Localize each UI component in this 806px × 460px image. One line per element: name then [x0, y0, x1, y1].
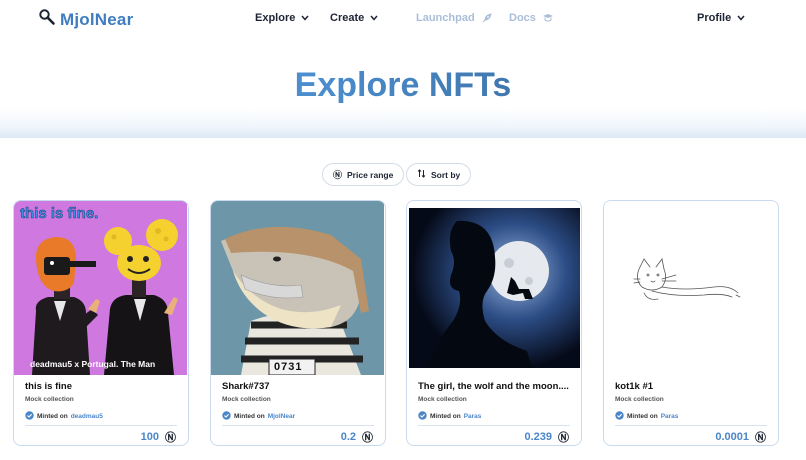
price-range-button[interactable]: Ⓝ Price range: [322, 163, 405, 186]
price-value: 0.2: [340, 431, 356, 443]
price-value: 100: [140, 431, 159, 443]
rocket-icon: [481, 12, 492, 24]
minted-on: Minted on Paras: [418, 411, 481, 422]
minted-prefix: Minted on: [234, 413, 265, 420]
sort-by-label: Sort by: [431, 169, 461, 180]
price-range-label: Price range: [347, 169, 394, 180]
near-icon: Ⓝ: [755, 432, 766, 444]
nft-image: 0731: [211, 201, 384, 375]
nft-price: 100 Ⓝ: [141, 429, 176, 445]
nft-card[interactable]: this is fine. deadmau5 x Portugal. The M…: [13, 200, 189, 446]
nav-explore[interactable]: Explore: [255, 12, 309, 24]
nft-price: 0.2 Ⓝ: [341, 429, 373, 445]
nav-docs-label: Docs: [509, 12, 536, 24]
nft-image-caption-bottom: deadmau5 x Portugal. The Man: [30, 359, 156, 369]
nft-image: this is fine. deadmau5 x Portugal. The M…: [14, 201, 187, 375]
nft-image-badge: 0731: [274, 361, 303, 373]
nav-profile[interactable]: Profile: [697, 12, 745, 24]
nft-card[interactable]: The girl, the wolf and the moon.... Mock…: [406, 200, 582, 446]
nav-launchpad-label: Launchpad: [416, 12, 475, 24]
nft-collection: Mock collection: [25, 396, 74, 403]
hammer-icon: [38, 8, 56, 31]
nft-image: [407, 201, 580, 375]
brand-name: MjolNear: [60, 9, 134, 29]
docs-icon: [542, 13, 554, 23]
minted-prefix: Minted on: [627, 413, 658, 420]
divider: [25, 425, 177, 426]
near-icon: Ⓝ: [333, 170, 343, 180]
nav-profile-label: Profile: [697, 12, 732, 24]
verified-icon: [25, 411, 34, 422]
nft-image: [604, 201, 777, 375]
minted-on: Minted on MjolNear: [222, 411, 295, 422]
nft-collection: Mock collection: [615, 396, 664, 403]
minted-by-link[interactable]: deadmau5: [71, 413, 103, 420]
sort-by-button[interactable]: Sort by: [406, 163, 472, 186]
nft-collection: Mock collection: [222, 396, 271, 403]
near-icon: Ⓝ: [362, 432, 373, 444]
near-icon: Ⓝ: [165, 432, 176, 444]
nft-collection: Mock collection: [418, 396, 467, 403]
divider: [222, 425, 374, 426]
nft-name: this is fine: [25, 381, 72, 392]
chevron-down-icon: [737, 15, 745, 21]
minted-by-link[interactable]: MjolNear: [268, 413, 295, 420]
verified-icon: [615, 411, 624, 422]
minted-prefix: Minted on: [37, 413, 68, 420]
nft-price: 0.239 Ⓝ: [524, 429, 569, 445]
minted-on: Minted on Paras: [615, 411, 678, 422]
nav-create-label: Create: [330, 12, 365, 24]
nav-create[interactable]: Create: [330, 12, 378, 24]
verified-icon: [418, 411, 427, 422]
price-value: 0.0001: [715, 431, 749, 443]
nft-name: Shark#737: [222, 381, 270, 392]
nav-explore-label: Explore: [255, 12, 296, 24]
minted-on: Minted on deadmau5: [25, 411, 103, 422]
brand-logo[interactable]: MjolNear: [38, 8, 133, 31]
sort-icon: [417, 169, 426, 180]
divider: [615, 425, 767, 426]
nav-docs[interactable]: Docs: [509, 12, 554, 24]
chevron-down-icon: [301, 15, 309, 21]
nft-price: 0.0001 Ⓝ: [715, 429, 766, 445]
verified-icon: [222, 411, 231, 422]
nft-card[interactable]: kot1k #1 Mock collection Minted on Paras…: [603, 200, 779, 446]
nft-image-caption-top: this is fine.: [20, 205, 99, 223]
near-icon: Ⓝ: [558, 432, 569, 444]
chevron-down-icon: [370, 15, 378, 21]
top-navigation: MjolNear Explore Create Launchpad Docs P…: [0, 0, 806, 38]
divider: [418, 425, 570, 426]
page-title: Explore NFTs: [0, 66, 806, 105]
minted-by-link[interactable]: Paras: [464, 413, 482, 420]
nft-name: The girl, the wolf and the moon....: [418, 381, 569, 392]
minted-prefix: Minted on: [430, 413, 461, 420]
price-value: 0.239: [524, 431, 552, 443]
nft-name: kot1k #1: [615, 381, 654, 392]
nav-launchpad[interactable]: Launchpad: [416, 12, 492, 24]
minted-by-link[interactable]: Paras: [661, 413, 679, 420]
hero-banner: Explore NFTs: [0, 38, 806, 138]
nft-card[interactable]: 0731 Shark#737 Mock collection Minted on…: [210, 200, 386, 446]
